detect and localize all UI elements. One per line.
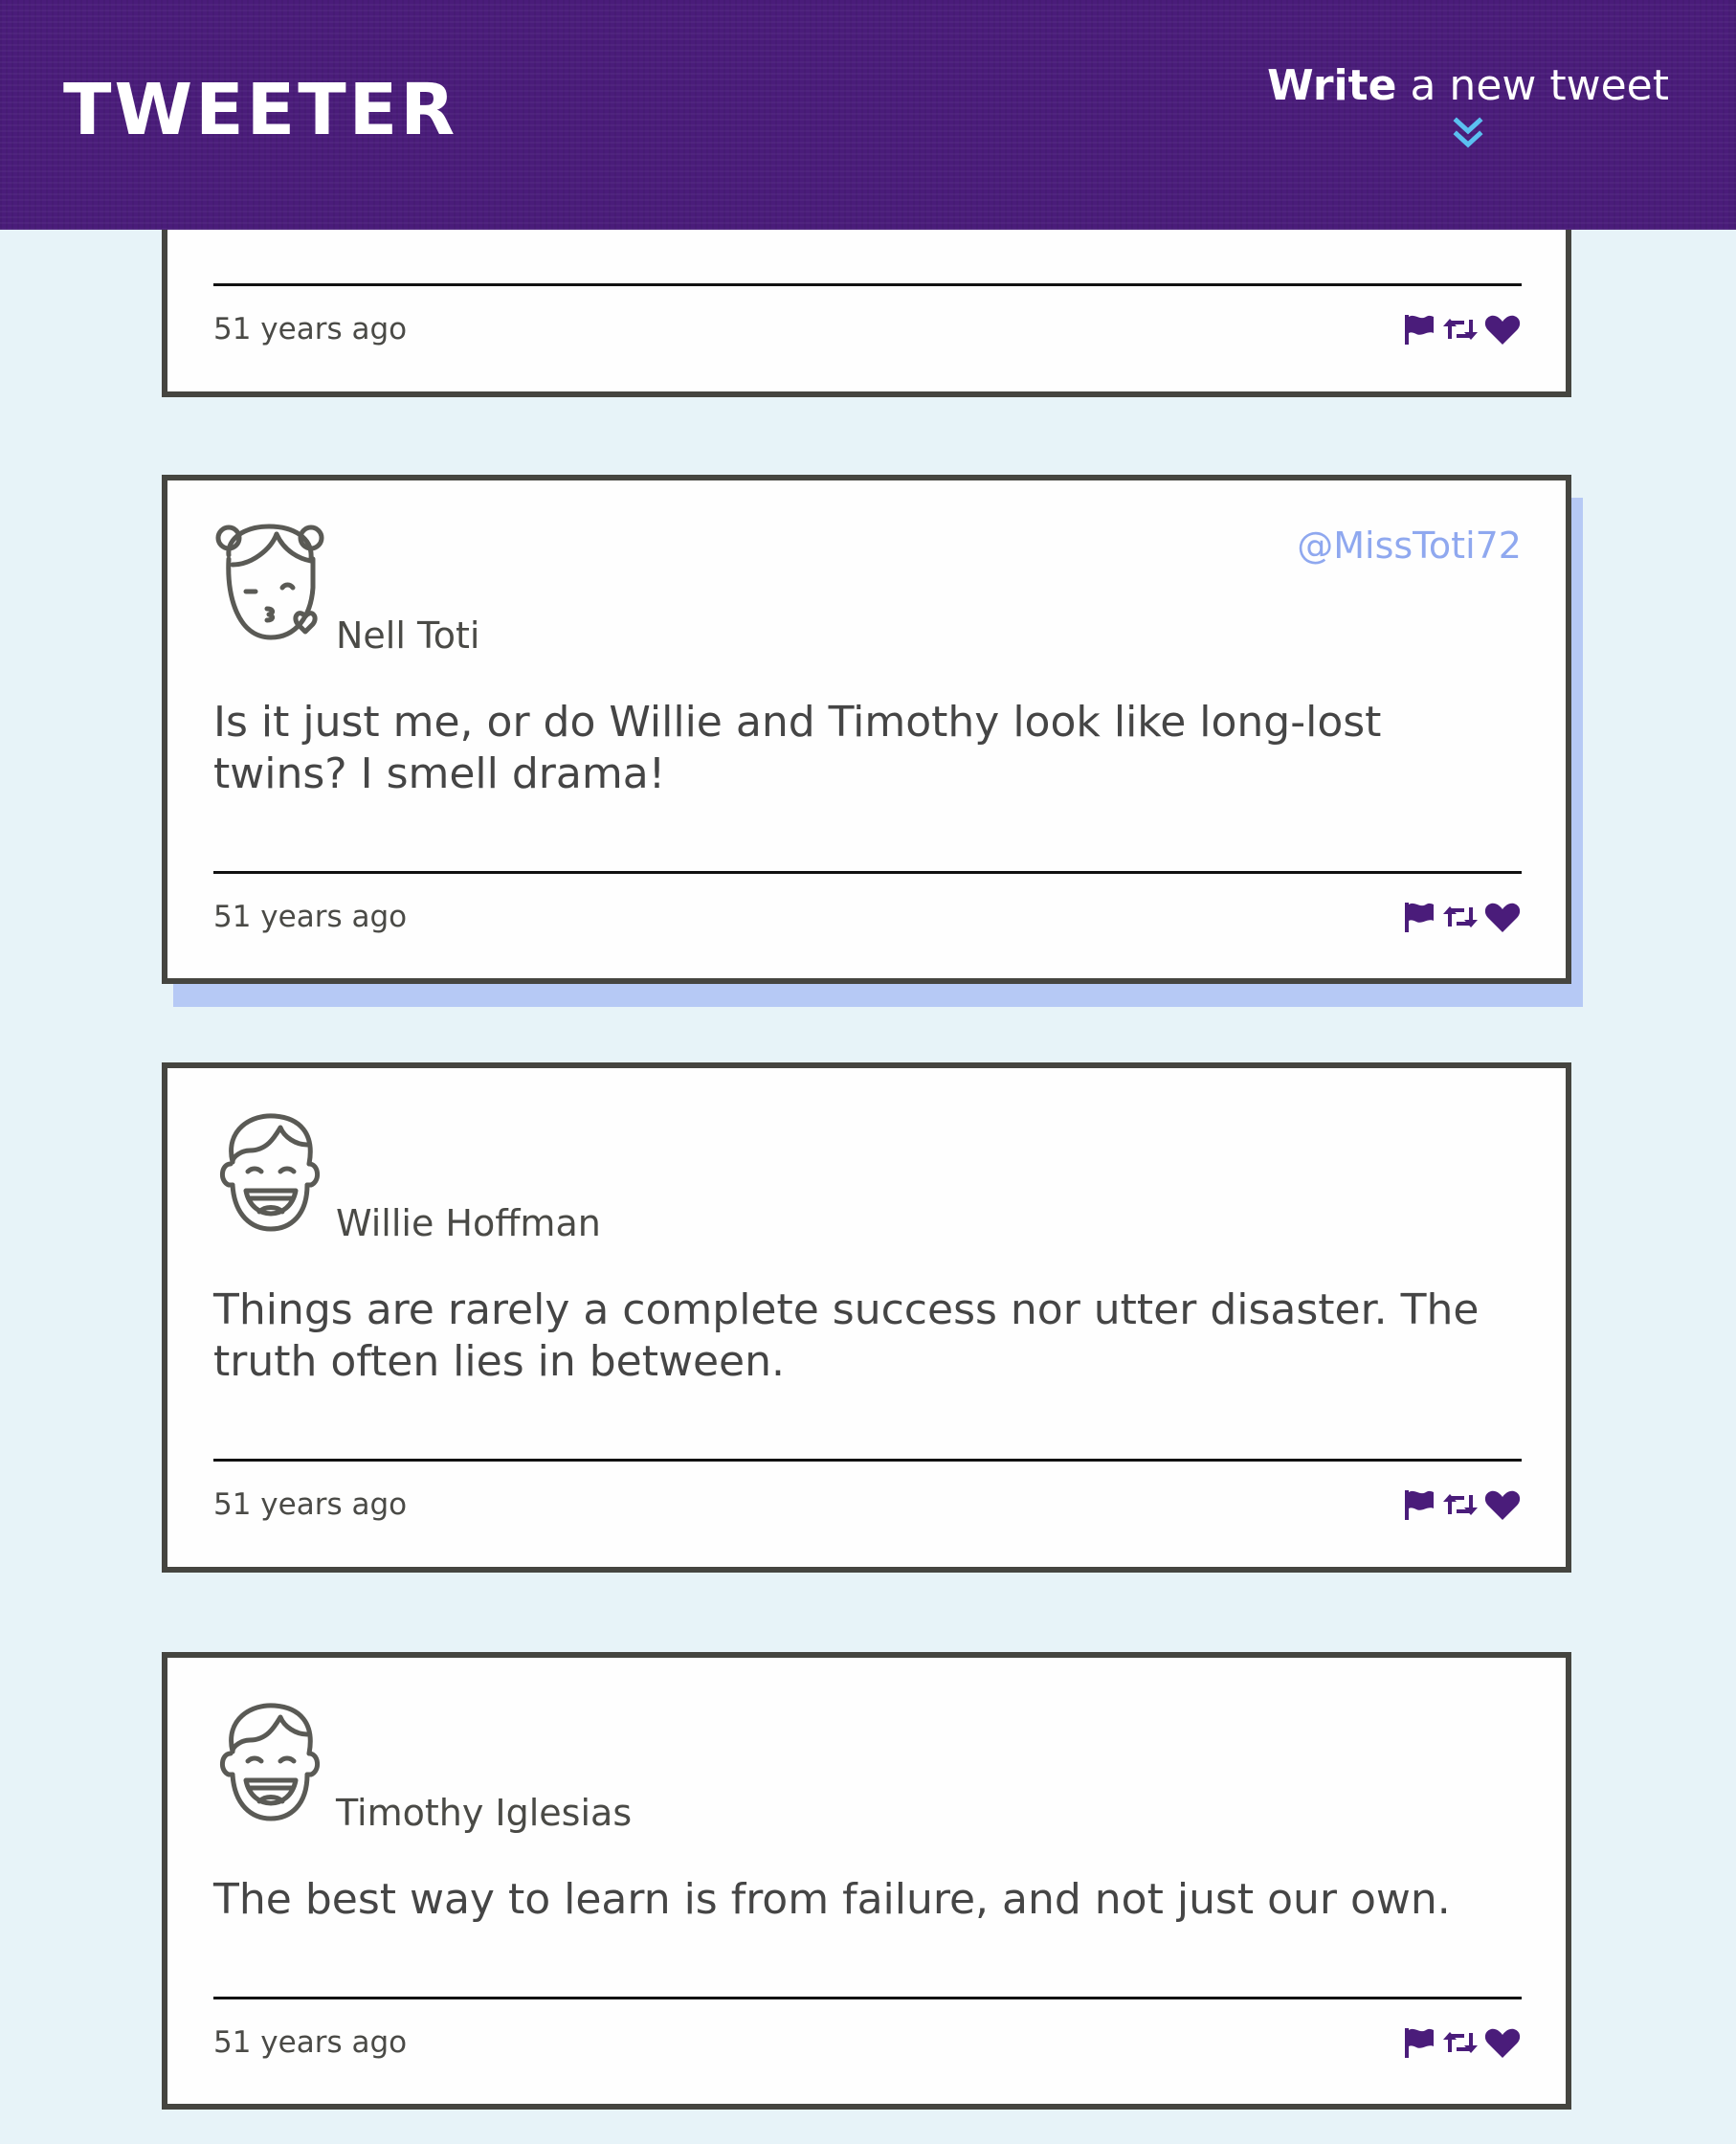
boy-laughing-avatar (220, 1113, 320, 1232)
compose-rest-text: a new tweet (1396, 61, 1669, 110)
footer-divider (213, 1997, 1522, 1999)
tweet-text: The best way to learn is from failure, a… (213, 1875, 1451, 1924)
tweet-header: Willie Hoffman (213, 1108, 1522, 1244)
tweet-text: Things are rarely a complete success nor… (213, 1285, 1480, 1386)
tweet-timestamp: 51 years ago (213, 2025, 408, 2060)
heart-icon[interactable] (1483, 1485, 1522, 1524)
tweet-card: Timothy Iglesias The best way to learn i… (162, 1652, 1571, 2110)
retweet-icon[interactable] (1441, 1485, 1480, 1524)
author-name: Nell Toti (336, 614, 480, 657)
navbar: TWEETER Write a new tweet (0, 0, 1736, 230)
retweet-icon[interactable] (1441, 310, 1480, 348)
footer-divider (213, 871, 1522, 874)
boy-laughing-avatar (220, 1703, 320, 1821)
tweet-text: Is it just me, or do Willie and Timothy … (213, 698, 1382, 798)
tweet-actions (1399, 2023, 1522, 2062)
heart-icon[interactable] (1483, 898, 1522, 936)
tweet-actions (1399, 310, 1522, 348)
tweet-footer: 51 years ago (213, 1459, 1522, 1547)
compose-bold-text: Write (1267, 61, 1397, 110)
tweet-footer: 51 years ago (213, 871, 1522, 959)
tweet-footer: 51 years ago (213, 1997, 1522, 2085)
tweet-timestamp: 51 years ago (213, 900, 408, 934)
tweet-actions (1399, 1485, 1522, 1524)
tweet-header: Nell Toti @MissToti72 (213, 521, 1522, 657)
tweet-timestamp: 51 years ago (213, 312, 408, 346)
tweet-timestamp: 51 years ago (213, 1487, 408, 1522)
app-logo[interactable]: TWEETER (63, 75, 457, 145)
compose-tweet-label[interactable]: Write a new tweet (1267, 65, 1669, 107)
chevron-double-down-icon[interactable] (1449, 115, 1487, 153)
author-name: Timothy Iglesias (336, 1792, 633, 1834)
heart-icon[interactable] (1483, 310, 1522, 348)
girl-kiss-avatar (215, 524, 324, 640)
flag-icon[interactable] (1399, 1485, 1437, 1524)
tweet-actions (1399, 898, 1522, 936)
compose-tweet-toggle[interactable]: Write a new tweet (1267, 65, 1669, 153)
tweet-card: Nell Toti @MissToti72 Is it just me, or … (162, 475, 1571, 984)
heart-icon[interactable] (1483, 2023, 1522, 2062)
footer-divider (213, 283, 1522, 286)
tweet-card: Willie Hoffman Things are rarely a compl… (162, 1062, 1571, 1573)
flag-icon[interactable] (1399, 2023, 1437, 2062)
retweet-icon[interactable] (1441, 2023, 1480, 2062)
author-handle[interactable]: @MissToti72 (1297, 525, 1522, 567)
tweet-footer: 51 years ago (213, 283, 1522, 371)
footer-divider (213, 1459, 1522, 1462)
flag-icon[interactable] (1399, 310, 1437, 348)
flag-icon[interactable] (1399, 898, 1437, 936)
tweet-header: Timothy Iglesias (213, 1698, 1522, 1834)
retweet-icon[interactable] (1441, 898, 1480, 936)
author-name: Willie Hoffman (336, 1202, 601, 1244)
